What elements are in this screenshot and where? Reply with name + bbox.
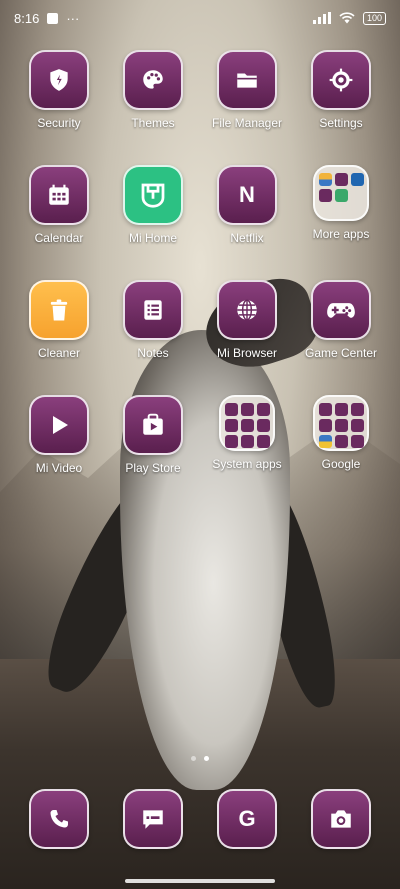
app-mi-browser[interactable]: Mi Browser: [200, 280, 294, 395]
dock-google[interactable]: G: [200, 789, 294, 849]
folder-icon: [217, 50, 277, 110]
app-cleaner[interactable]: Cleaner: [12, 280, 106, 395]
play-store-icon: [123, 395, 183, 455]
wallpaper-ground: [0, 659, 400, 889]
notification-square-icon: [47, 12, 59, 24]
mini-app-icon: [350, 419, 364, 432]
app-file-manager[interactable]: File Manager: [200, 50, 294, 165]
app-label: Mi Home: [128, 231, 177, 245]
camera-icon: [311, 789, 371, 849]
mini-app-icon: [334, 403, 348, 416]
app-calendar[interactable]: Calendar: [12, 165, 106, 280]
status-bar: 8:16 ··· 100: [0, 0, 400, 36]
app-label: Mi Video: [35, 461, 83, 475]
mini-app-icon: [256, 403, 270, 416]
app-label: File Manager: [211, 116, 283, 130]
globe-icon: [217, 280, 277, 340]
app-label: Google: [321, 457, 361, 471]
palette-icon: [123, 50, 183, 110]
app-label: Settings: [319, 116, 363, 130]
app-label: Calendar: [34, 231, 84, 245]
mini-app-icon: [318, 173, 332, 186]
app-mi-video[interactable]: Mi Video: [12, 395, 106, 510]
page-dot[interactable]: [191, 756, 196, 761]
mini-app-icon: [240, 435, 254, 448]
message-icon: [123, 789, 183, 849]
battery-icon: 100: [362, 11, 386, 25]
app-themes[interactable]: Themes: [106, 50, 200, 165]
app-mi-home[interactable]: Mi Home: [106, 165, 200, 280]
dock-camera[interactable]: [294, 789, 388, 849]
page-indicator: [0, 756, 400, 761]
folder-google[interactable]: Google: [294, 395, 388, 510]
google-g-icon: G: [217, 789, 277, 849]
mini-app-icon: [224, 435, 238, 448]
app-settings[interactable]: Settings: [294, 50, 388, 165]
play-icon: [29, 395, 89, 455]
app-security[interactable]: Security: [12, 50, 106, 165]
folder-more-apps[interactable]: More apps: [294, 165, 388, 280]
calendar-icon: [29, 165, 89, 225]
phone-icon: [29, 789, 89, 849]
mini-app-icon: [350, 173, 364, 186]
status-time: 8:16: [14, 10, 40, 26]
app-label: Notes: [137, 346, 169, 360]
app-label: Netflix: [230, 231, 264, 245]
mini-app-icon: [240, 419, 254, 432]
app-play-store[interactable]: Play Store: [106, 395, 200, 510]
more-notifications-icon: ···: [66, 10, 80, 26]
mini-app-icon: [350, 403, 364, 416]
home-indicator-bar[interactable]: [125, 879, 275, 883]
folder-google-icon: [313, 395, 369, 451]
app-netflix[interactable]: N Netflix: [200, 165, 294, 280]
mini-app-icon: [334, 189, 348, 202]
mini-app-icon: [334, 419, 348, 432]
gear-icon: [311, 50, 371, 110]
folder-system-apps[interactable]: System apps: [200, 395, 294, 510]
folder-more-apps-icon: [313, 165, 369, 221]
app-label: System apps: [212, 457, 282, 471]
mini-app-icon: [318, 403, 332, 416]
dock-messages[interactable]: [106, 789, 200, 849]
mini-app-icon: [318, 435, 332, 448]
mini-app-icon: [350, 435, 364, 448]
mini-app-icon: [318, 419, 332, 432]
mini-app-icon: [256, 435, 270, 448]
mihome-icon: [123, 165, 183, 225]
mini-app-icon: [224, 419, 238, 432]
app-label: Mi Browser: [216, 346, 277, 360]
app-label: Play Store: [125, 461, 181, 475]
mini-app-icon: [334, 173, 348, 186]
mini-app-icon: [224, 403, 238, 416]
folder-system-apps-icon: [219, 395, 275, 451]
app-label: Security: [37, 116, 81, 130]
dock-phone[interactable]: [12, 789, 106, 849]
trash-icon: [29, 280, 89, 340]
mini-app-icon: [256, 419, 270, 432]
netflix-icon: N: [217, 165, 277, 225]
wifi-icon: [339, 12, 355, 24]
gamepad-icon: [311, 280, 371, 340]
app-label: Cleaner: [37, 346, 81, 360]
mini-app-icon: [240, 403, 254, 416]
app-grid: Security Themes File Manager Settings Ca…: [0, 50, 400, 510]
shield-icon: [29, 50, 89, 110]
app-game-center[interactable]: Game Center: [294, 280, 388, 395]
app-notes[interactable]: Notes: [106, 280, 200, 395]
app-label: Game Center: [304, 346, 378, 360]
google-glyph: G: [238, 806, 256, 831]
app-label: More apps: [312, 227, 370, 241]
page-dot-active[interactable]: [204, 756, 209, 761]
app-label: Themes: [131, 116, 175, 130]
signal-icon: [312, 12, 331, 24]
netflix-glyph: N: [239, 182, 255, 207]
notes-icon: [123, 280, 183, 340]
mini-app-icon: [318, 189, 332, 202]
mini-app-icon: [334, 435, 348, 448]
dock: G: [0, 789, 400, 849]
